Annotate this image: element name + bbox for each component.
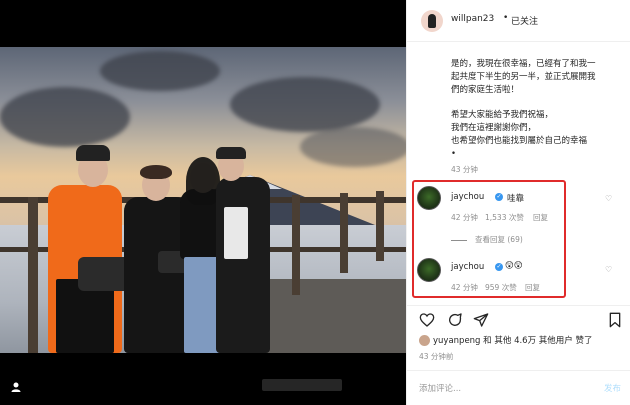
cloud (100, 51, 220, 91)
author-avatar[interactable] (421, 10, 443, 32)
separator-dot: • (503, 13, 509, 23)
comment-icon[interactable] (447, 312, 463, 328)
share-icon[interactable] (473, 312, 489, 328)
watermark (262, 379, 342, 391)
railing-post (340, 193, 348, 273)
caption-line: 起共度下半生的另一半，並正式展開我 (451, 71, 596, 82)
railing-post (28, 197, 38, 353)
post-media-panel (0, 0, 406, 405)
post-photo[interactable] (0, 47, 406, 353)
caption-line: 是的，我現在很幸福，已經有了和我一 (451, 59, 596, 69)
comment-input[interactable]: 添加评论... (419, 382, 461, 394)
likes-others[interactable]: 其他 4.6万 其他用户 (494, 336, 572, 346)
follow-status-button[interactable]: 已关注 (511, 14, 538, 27)
post-header: willpan23 • 已关注 (407, 0, 630, 42)
caption-timestamp: 43 分钟 (451, 165, 478, 174)
cloud (230, 77, 380, 132)
railing-post (376, 191, 384, 261)
post-timestamp: 43 分钟前 (419, 352, 454, 361)
likes-suffix: 赞了 (575, 336, 593, 346)
post-caption: 是的，我現在很幸福，已經有了和我一 起共度下半生的另一半，並正式展開我 們的家庭… (451, 58, 627, 160)
person-jeans (184, 257, 220, 353)
person-cap (216, 147, 246, 159)
author-username[interactable]: willpan23 (451, 14, 494, 24)
caption-line: • (451, 148, 457, 159)
likes-and: 和 (483, 336, 492, 346)
bookmark-icon[interactable] (607, 312, 623, 328)
user-icon[interactable] (10, 381, 22, 393)
liker-username[interactable]: yuyanpeng (433, 336, 480, 346)
cloud (0, 87, 130, 147)
caption-line: 也希望你們也能找到屬於自己的幸福 (451, 135, 588, 146)
person-long-hair (186, 157, 220, 205)
caption-line: 希望大家能給予我們祝福， (451, 110, 554, 121)
post-action-bar (407, 305, 630, 333)
likes-summary: yuyanpeng 和 其他 4.6万 其他用户 赞了 (419, 334, 593, 346)
caption-line: 我們在這裡謝謝你們， (451, 122, 537, 133)
liker-avatar[interactable] (419, 335, 430, 346)
heart-icon[interactable] (419, 312, 435, 328)
railing-post (292, 195, 300, 295)
heart-icon[interactable]: ♡ (605, 265, 612, 274)
highlight-box (412, 180, 566, 298)
caption-line: 們的家庭生活啦！ (451, 84, 520, 95)
cloud (300, 127, 406, 167)
heart-icon[interactable]: ♡ (605, 194, 612, 203)
person-tall-jacket (216, 177, 270, 353)
person-cap (76, 145, 110, 161)
post-comment-button[interactable]: 发布 (604, 382, 621, 394)
graphic-tee (224, 207, 248, 259)
add-comment-bar: 添加评论... 发布 (407, 370, 630, 405)
person-hair (140, 165, 172, 179)
